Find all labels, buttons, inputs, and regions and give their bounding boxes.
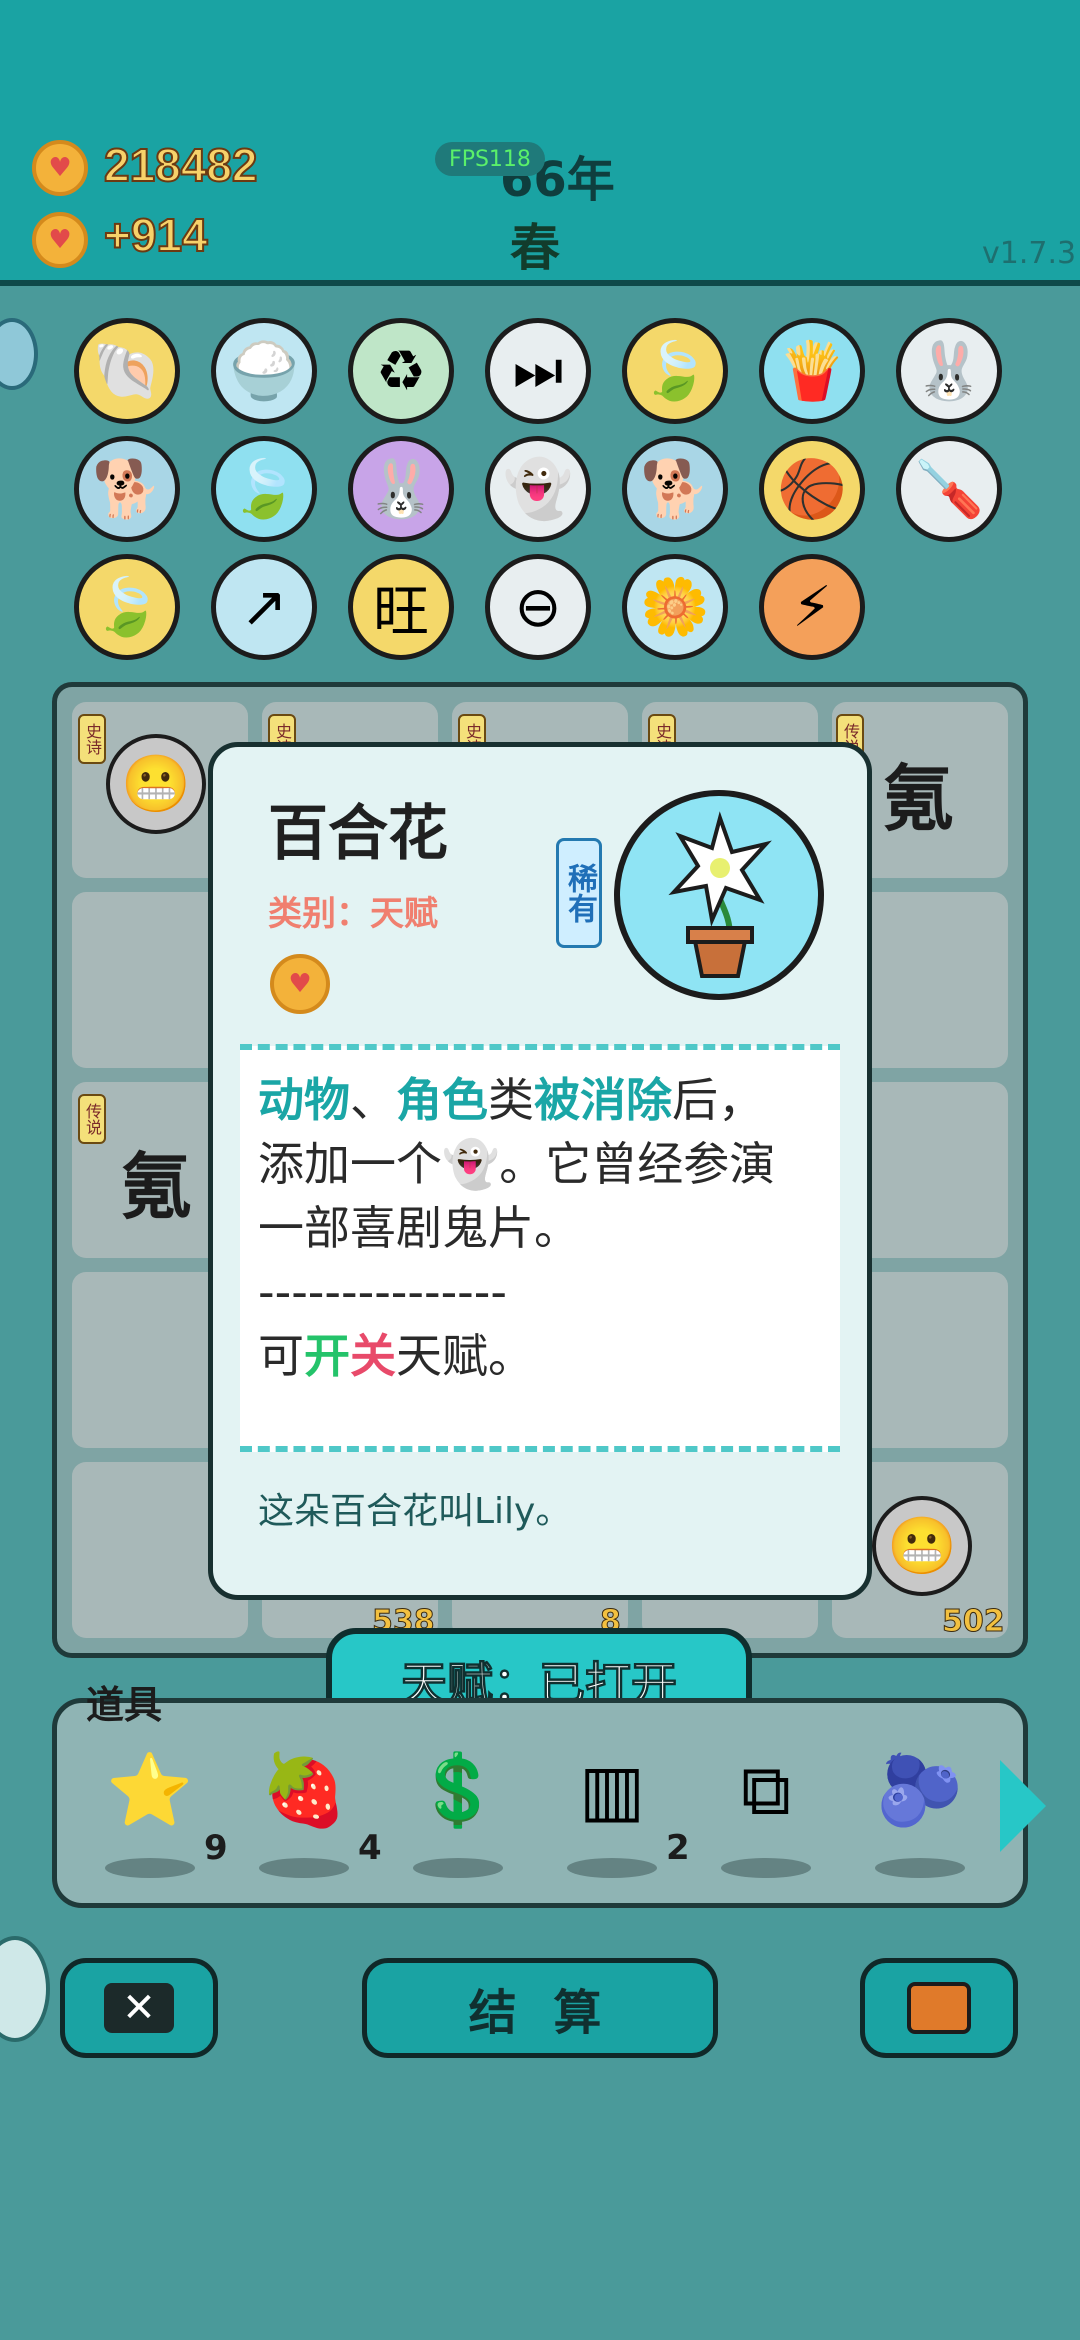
version-label: v1.7.3	[982, 236, 1077, 271]
shell-icon[interactable]: 🐚	[74, 318, 180, 424]
dog-icon[interactable]: 🐕	[622, 436, 728, 542]
pillars-icon[interactable]: ▥	[562, 1740, 662, 1840]
header-divider	[0, 280, 1080, 286]
description-text: 动物、角色类被消除后， 添加一个👻。它曾经参演 一部喜剧鬼片。 --------…	[258, 1068, 828, 1388]
briefcase-icon	[907, 1982, 971, 2034]
basketballs-icon[interactable]: 🏀	[759, 436, 865, 542]
item-count: 4	[358, 1828, 382, 1868]
minus-circle-icon[interactable]: ⊖	[485, 554, 591, 660]
item-count: 9	[204, 1828, 228, 1868]
recycle-icon[interactable]: ♻	[348, 318, 454, 424]
wang-icon[interactable]: 旺	[348, 554, 454, 660]
keyword-off: 关	[350, 1329, 396, 1383]
lily-icon	[614, 790, 824, 1000]
text-separator: ---------------	[258, 1265, 507, 1319]
blueberry-icon[interactable]: 🫐	[870, 1740, 970, 1840]
settle-button[interactable]: 结 算	[362, 1958, 718, 2058]
keyword-character: 角色	[396, 1073, 488, 1127]
rice-bowl-icon[interactable]: 🍚	[211, 318, 317, 424]
fps-counter: FPS118	[435, 142, 545, 176]
leaf-icon[interactable]: 🍃	[622, 318, 728, 424]
flavor-text: 这朵百合花叫Lily。	[258, 1491, 572, 1532]
ghost-icon[interactable]: 👻	[485, 436, 591, 542]
settle-label: 结 算	[468, 1985, 612, 2041]
popup-category: 类别：天赋	[268, 894, 438, 934]
items-label: 道具	[86, 1683, 163, 1727]
rarity-tag: 史诗	[78, 714, 106, 764]
item-shadow	[567, 1858, 657, 1878]
coin-total: 218482	[103, 138, 258, 192]
ghost-icon: 👻	[442, 1137, 500, 1191]
star-icon[interactable]: ⭐	[100, 1740, 200, 1840]
krypton-symbol: 氪	[120, 1145, 193, 1229]
close-icon: ✕	[104, 1983, 174, 2033]
items-list: ⭐ 9 🍓 4 💲 ▥ 2 ⧉ 🫐	[100, 1740, 980, 1890]
copy-paste-icon[interactable]: ⧉	[716, 1740, 816, 1840]
dollar-coin-icon[interactable]: 💲	[408, 1740, 508, 1840]
dashed-divider	[240, 1044, 840, 1050]
rarity-tag: 传说	[78, 1094, 106, 1144]
item-shadow	[875, 1858, 965, 1878]
item-shadow	[105, 1858, 195, 1878]
arrow-box-icon[interactable]: ↗	[211, 554, 317, 660]
coin-icon: ♥	[32, 140, 88, 196]
fries-icon[interactable]: 🍟	[759, 318, 865, 424]
season-label: 春	[510, 219, 560, 277]
symbol-collection: 🐚 🍚 ♻ ⏭ 🍃 🍟 🐰 🐕 🍃 🐰 👻 🐕 🏀 🪛 🍃 ↗ 旺 ⊖ 🌼 ⚡	[74, 318, 1014, 660]
character-face-icon: 😬	[106, 734, 206, 834]
lightning-icon[interactable]: ⚡	[759, 554, 865, 660]
bag-button[interactable]	[860, 1958, 1018, 2058]
leaf-icon[interactable]: 🍃	[74, 554, 180, 660]
item-shadow	[721, 1858, 811, 1878]
coin-icon: ♥	[270, 954, 330, 1014]
keyword-animal: 动物	[258, 1073, 350, 1127]
rabbit-icon[interactable]: 🐰	[896, 318, 1002, 424]
bayberry-icon[interactable]: 🍓	[254, 1740, 354, 1840]
keyword-on: 开	[304, 1329, 350, 1383]
lily-icon[interactable]: 🌼	[622, 554, 728, 660]
cell-value: 502	[942, 1604, 1006, 1640]
bird-avatar[interactable]	[0, 1936, 50, 2042]
keyword-removed: 被消除	[534, 1073, 672, 1127]
leaf-icon[interactable]: 🍃	[211, 436, 317, 542]
remove-button[interactable]: ✕	[60, 1958, 218, 2058]
item-count: 2	[666, 1828, 690, 1868]
income-coin-icon: ♥	[32, 212, 88, 268]
skip-icon[interactable]: ⏭	[485, 318, 591, 424]
item-shadow	[259, 1858, 349, 1878]
dashed-divider	[240, 1446, 840, 1452]
side-badge[interactable]	[0, 318, 38, 390]
chevron-right-icon[interactable]	[1000, 1760, 1046, 1852]
popup-title: 百合花	[268, 799, 448, 869]
dog-icon[interactable]: 🐕	[74, 436, 180, 542]
rabbit-icon[interactable]: 🐰	[348, 436, 454, 542]
screwdriver-icon[interactable]: 🪛	[896, 436, 1002, 542]
rarity-badge: 稀有	[556, 838, 602, 948]
item-shadow	[413, 1858, 503, 1878]
coin-income: +914	[103, 208, 209, 262]
character-face-icon: 😬	[872, 1496, 972, 1596]
krypton-symbol: 氪	[882, 757, 955, 841]
